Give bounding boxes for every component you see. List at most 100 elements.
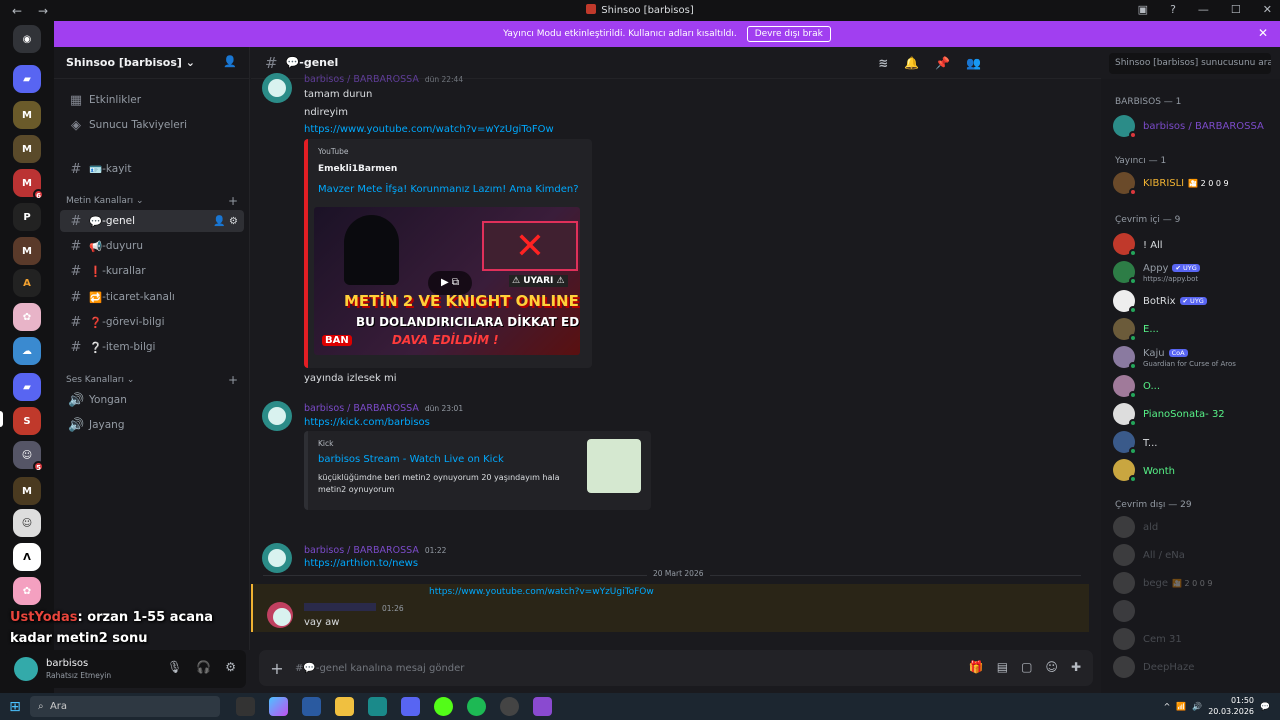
- server-boosts-item[interactable]: ◈ Sunucu Takviyeleri: [60, 114, 244, 136]
- member-streamer[interactable]: KIBRISLI 🎦 2 0 0 9: [1113, 171, 1278, 196]
- member-item[interactable]: Wonth: [1113, 458, 1278, 484]
- add-channel-icon[interactable]: +: [228, 194, 238, 208]
- avatar[interactable]: [267, 602, 293, 628]
- gift-icon[interactable]: 🎁: [969, 660, 984, 674]
- server-icon-2[interactable]: M: [13, 135, 41, 163]
- headphones-icon[interactable]: 🎧: [196, 660, 211, 674]
- voice-category[interactable]: Ses Kanalları ⌄ +: [66, 373, 238, 387]
- server-icon-12[interactable]: Λ: [13, 543, 41, 571]
- app-icon[interactable]: [533, 697, 552, 716]
- copilot-icon[interactable]: [269, 697, 288, 716]
- volume-icon[interactable]: 🔊: [1192, 702, 1202, 711]
- obs-icon[interactable]: [500, 697, 519, 716]
- settings-gear-icon[interactable]: ⚙: [225, 660, 236, 674]
- embed-title[interactable]: Mavzer Mete İfşa! Korunmanız Lazım! Ama …: [318, 184, 582, 195]
- wifi-icon[interactable]: 📶: [1176, 702, 1186, 711]
- server-icon-5[interactable]: M: [13, 237, 41, 265]
- member-item[interactable]: bege 🎦 2 0 0 9: [1113, 571, 1278, 595]
- maximize-icon[interactable]: ☐: [1231, 3, 1241, 16]
- member-item[interactable]: [1113, 599, 1278, 623]
- help-icon[interactable]: ?: [1170, 3, 1176, 16]
- avatar[interactable]: [262, 401, 292, 431]
- members-icon[interactable]: 👥: [966, 56, 981, 70]
- folder-icon-2[interactable]: ▰: [13, 373, 41, 401]
- channel-genel[interactable]: # 💬 -genel 👤 ⚙: [60, 210, 244, 232]
- video-thumbnail[interactable]: ✕ ⚠ UYARI ⚠ METİN 2 VE KNIGHT ONLINE İFŞ…: [314, 207, 580, 355]
- spotify-icon[interactable]: [467, 697, 486, 716]
- taskbar-search[interactable]: ⌕ Ara: [30, 696, 220, 717]
- banner-close-icon[interactable]: ✕: [1258, 26, 1268, 40]
- member-item[interactable]: E...: [1113, 317, 1278, 342]
- server-header[interactable]: Shinsoo [barbisos] ⌄ 👤: [54, 47, 249, 79]
- task-view-icon[interactable]: [236, 697, 255, 716]
- message-composer[interactable]: + #💬-genel kanalına mesaj gönder 🎁 ▤ ▢ ☺ ✚: [259, 650, 1093, 686]
- kick-thumbnail[interactable]: [587, 439, 641, 493]
- message-author[interactable]: barbisos / BARBAROSSA dün 23:01: [304, 403, 463, 414]
- tray-chevron-icon[interactable]: ^: [1164, 702, 1171, 711]
- clock[interactable]: 01:50 20.03.2026: [1208, 695, 1254, 717]
- threads-icon[interactable]: ≋: [878, 56, 888, 70]
- apps-icon[interactable]: ✚: [1071, 660, 1081, 674]
- folder-icon[interactable]: ▰: [13, 65, 41, 93]
- channel-kayit[interactable]: # 🪪 -kayit: [60, 158, 244, 180]
- server-icon-10[interactable]: M: [13, 477, 41, 505]
- server-icon-8[interactable]: ☁: [13, 337, 41, 365]
- avatar[interactable]: [262, 73, 292, 103]
- server-icon-13[interactable]: ✿: [13, 577, 41, 605]
- member-item[interactable]: T...: [1113, 430, 1278, 456]
- server-icon-11[interactable]: ☺: [13, 509, 41, 537]
- server-icon-3[interactable]: M6: [13, 169, 44, 200]
- discord-taskbar-icon[interactable]: [401, 697, 420, 716]
- message-link[interactable]: https://www.youtube.com/watch?v=wYzUgiTo…: [304, 124, 554, 135]
- member-item[interactable]: PianoSonata- 32: [1113, 402, 1278, 427]
- edge-icon[interactable]: [368, 697, 387, 716]
- member-item[interactable]: Kaju CoA Guardian for Curse of Aros: [1113, 345, 1278, 371]
- add-voice-channel-icon[interactable]: +: [228, 373, 238, 387]
- discord-home-icon[interactable]: ◉: [13, 25, 41, 53]
- server-icon-1[interactable]: M: [13, 101, 41, 129]
- channel-settings-icons[interactable]: 👤 ⚙: [213, 216, 238, 227]
- play-button-icon[interactable]: ▶ ⧉: [428, 271, 472, 295]
- member-owner[interactable]: barbisos / BARBAROSSA: [1113, 114, 1278, 139]
- notification-icon[interactable]: 💬: [1260, 702, 1270, 711]
- message-author[interactable]: 01:26: [304, 603, 404, 614]
- message-link[interactable]: https://arthion.to/news: [304, 558, 418, 569]
- events-item[interactable]: ▦ Etkinlikler: [60, 89, 244, 111]
- server-icon-4[interactable]: P: [13, 203, 41, 231]
- microphone-icon[interactable]: 🎙: [167, 660, 182, 674]
- inbox-icon[interactable]: ▣: [1138, 3, 1148, 16]
- member-item[interactable]: DeepHaze: [1113, 655, 1278, 679]
- server-icon-7[interactable]: ✿: [13, 303, 41, 331]
- channel-ticaret[interactable]: # 🔁 -ticaret-kanalı: [60, 286, 244, 308]
- attach-plus-icon[interactable]: +: [259, 659, 295, 678]
- member-item[interactable]: BotRix ✔ UYG: [1113, 289, 1278, 314]
- text-category[interactable]: Metin Kanalları ⌄ +: [66, 194, 238, 208]
- server-icon-9[interactable]: ☺ 5: [13, 441, 44, 472]
- member-item[interactable]: O...: [1113, 374, 1278, 399]
- server-icon-shinsoo[interactable]: S: [13, 407, 41, 435]
- message-author[interactable]: barbisos / BARBAROSSA dün 22:44: [304, 74, 463, 85]
- channel-kurallar[interactable]: # ❗ -kurallar: [60, 260, 244, 282]
- avatar[interactable]: [262, 543, 292, 573]
- voice-channel-jayang[interactable]: 🔊 Jayang: [60, 414, 244, 436]
- voice-channel-yongan[interactable]: 🔊 Yongan: [60, 389, 244, 411]
- member-item[interactable]: ! All: [1113, 232, 1278, 257]
- message-author[interactable]: barbisos / BARBAROSSA 01:22: [304, 545, 446, 556]
- embed-author[interactable]: Emekli1Barmen: [318, 164, 582, 174]
- composer-placeholder[interactable]: #💬-genel kanalına mesaj gönder: [295, 663, 464, 674]
- channel-item-bilgi[interactable]: # ❔ -item-bilgi: [60, 336, 244, 358]
- member-item[interactable]: Cem 31: [1113, 627, 1278, 651]
- close-window-icon[interactable]: ✕: [1263, 3, 1272, 16]
- disable-streamer-mode-button[interactable]: Devre dışı brak: [746, 26, 831, 42]
- bell-icon[interactable]: 🔔: [904, 56, 919, 70]
- channel-gorevi-bilgi[interactable]: # ❓ -görevi-bilgi: [60, 311, 244, 333]
- server-icon-6[interactable]: A: [13, 269, 41, 297]
- windows-start-icon[interactable]: ⊞: [0, 699, 30, 715]
- invite-icon[interactable]: 👤: [223, 55, 237, 68]
- sticker-icon[interactable]: ▢: [1021, 660, 1032, 674]
- member-item[interactable]: All / eNa: [1113, 543, 1278, 567]
- reply-preview-link[interactable]: https://www.youtube.com/watch?v=wYzUgiTo…: [429, 587, 654, 597]
- kick-icon[interactable]: [434, 697, 453, 716]
- emoji-icon[interactable]: ☺: [1045, 660, 1058, 674]
- channel-duyuru[interactable]: # 📢 -duyuru: [60, 235, 244, 257]
